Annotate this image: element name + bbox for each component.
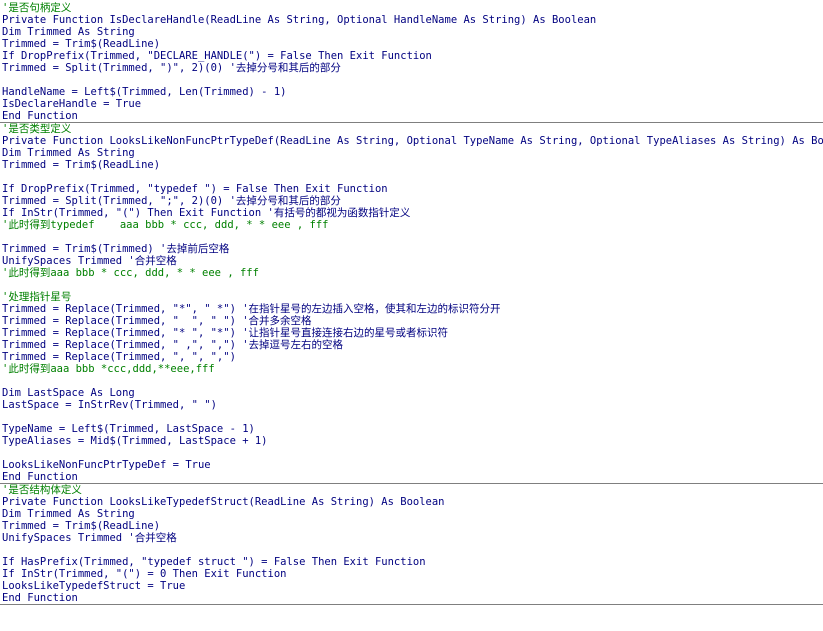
procedure-block: '是否类型定义 Private Function LooksLikeNonFunc…	[0, 123, 823, 483]
code-line[interactable]	[0, 447, 823, 459]
code-line[interactable]: Trimmed = Replace(Trimmed, ", ", ",")	[0, 351, 823, 363]
code-line[interactable]: Trimmed = Replace(Trimmed, " ", " ") '合并…	[0, 315, 823, 327]
code-line[interactable]: Trimmed = Replace(Trimmed, " ,", ",") '去…	[0, 339, 823, 351]
code-line[interactable]: Private Function LooksLikeNonFuncPtrType…	[0, 135, 823, 147]
code-line[interactable]: LooksLikeNonFuncPtrTypeDef = True	[0, 459, 823, 471]
code-line[interactable]: Trimmed = Split(Trimmed, ")", 2)(0) '去掉分…	[0, 62, 823, 74]
code-line[interactable]: Trimmed = Split(Trimmed, ";", 2)(0) '去掉分…	[0, 195, 823, 207]
code-line[interactable]: Trimmed = Replace(Trimmed, "* ", "*") '让…	[0, 327, 823, 339]
code-line[interactable]: TypeName = Left$(Trimmed, LastSpace - 1)	[0, 423, 823, 435]
code-line[interactable]: If HasPrefix(Trimmed, "typedef struct ")…	[0, 556, 823, 568]
comment-line[interactable]: '此时得到aaa bbb *ccc,ddd,**eee,fff	[0, 363, 823, 375]
code-line[interactable]: IsDeclareHandle = True	[0, 98, 823, 110]
code-line[interactable]	[0, 171, 823, 183]
code-line[interactable]: End Function	[0, 110, 823, 122]
procedure-separator	[0, 604, 823, 605]
code-line[interactable]: Dim Trimmed As String	[0, 147, 823, 159]
code-line[interactable]: Trimmed = Trim$(ReadLine)	[0, 520, 823, 532]
code-line[interactable]: If InStr(Trimmed, "(") Then Exit Functio…	[0, 207, 823, 219]
code-line[interactable]: End Function	[0, 471, 823, 483]
code-line[interactable]: Trimmed = Trim$(ReadLine)	[0, 38, 823, 50]
code-line[interactable]: Trimmed = Trim$(ReadLine)	[0, 159, 823, 171]
comment-line[interactable]: '处理指针星号	[0, 291, 823, 303]
comment-line[interactable]: '此时得到aaa bbb * ccc, ddd, * * eee , fff	[0, 267, 823, 279]
comment-line[interactable]: '是否结构体定义	[0, 484, 823, 496]
code-line[interactable]: LooksLikeTypedefStruct = True	[0, 580, 823, 592]
code-line[interactable]: UnifySpaces Trimmed '合并空格	[0, 255, 823, 267]
code-line[interactable]: Private Function IsDeclareHandle(ReadLin…	[0, 14, 823, 26]
code-line[interactable]: Dim Trimmed As String	[0, 26, 823, 38]
code-line[interactable]	[0, 375, 823, 387]
code-line[interactable]: If DropPrefix(Trimmed, "typedef ") = Fal…	[0, 183, 823, 195]
code-line[interactable]: If DropPrefix(Trimmed, "DECLARE_HANDLE("…	[0, 50, 823, 62]
code-line[interactable]: Trimmed = Replace(Trimmed, "*", " *") '在…	[0, 303, 823, 315]
code-editor[interactable]: '是否句柄定义 Private Function IsDeclareHandle(…	[0, 0, 823, 631]
code-line[interactable]: Dim LastSpace As Long	[0, 387, 823, 399]
code-line[interactable]	[0, 74, 823, 86]
procedure-block: '是否结构体定义 Private Function LooksLikeTypede…	[0, 484, 823, 604]
code-line[interactable]: LastSpace = InStrRev(Trimmed, " ")	[0, 399, 823, 411]
comment-line[interactable]: '是否句柄定义	[0, 2, 823, 14]
code-line[interactable]: End Function	[0, 592, 823, 604]
code-line[interactable]	[0, 231, 823, 243]
code-line[interactable]	[0, 279, 823, 291]
comment-line[interactable]: '是否类型定义	[0, 123, 823, 135]
code-line[interactable]: HandleName = Left$(Trimmed, Len(Trimmed)…	[0, 86, 823, 98]
code-line[interactable]: UnifySpaces Trimmed '合并空格	[0, 532, 823, 544]
code-line[interactable]: Private Function LooksLikeTypedefStruct(…	[0, 496, 823, 508]
code-line[interactable]	[0, 544, 823, 556]
procedure-block: '是否句柄定义 Private Function IsDeclareHandle(…	[0, 2, 823, 122]
code-line[interactable]: TypeAliases = Mid$(Trimmed, LastSpace + …	[0, 435, 823, 447]
code-line[interactable]: If InStr(Trimmed, "(") = 0 Then Exit Fun…	[0, 568, 823, 580]
code-line[interactable]: Trimmed = Trim$(Trimmed) '去掉前后空格	[0, 243, 823, 255]
code-line[interactable]	[0, 411, 823, 423]
comment-line[interactable]: '此时得到typedef aaa bbb * ccc, ddd, * * eee…	[0, 219, 823, 231]
code-line[interactable]: Dim Trimmed As String	[0, 508, 823, 520]
